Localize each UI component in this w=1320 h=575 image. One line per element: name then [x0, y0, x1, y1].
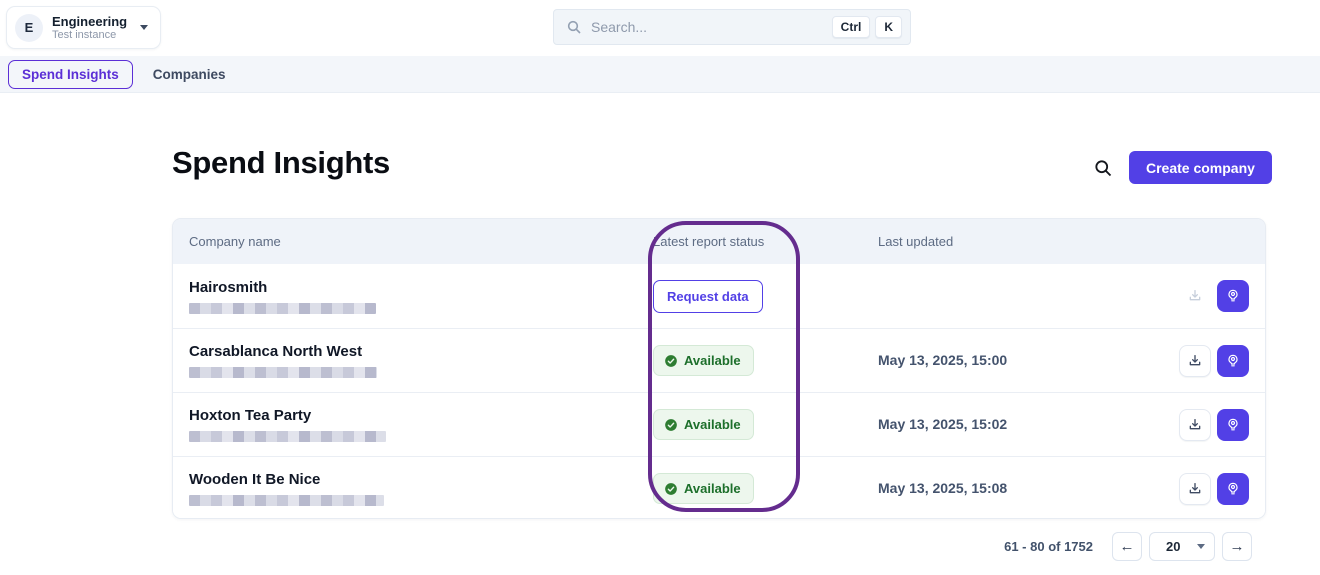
company-name: Hairosmith — [189, 278, 268, 296]
global-search[interactable]: Ctrl K — [553, 9, 911, 45]
download-button — [1179, 280, 1211, 312]
download-icon — [1189, 482, 1201, 493]
page-size-select[interactable]: 20 — [1149, 532, 1215, 561]
table-row: Carsablanca North West Available May 13,… — [173, 328, 1265, 392]
company-name: Carsablanca North West — [189, 343, 363, 360]
next-page-button[interactable]: → — [1222, 532, 1252, 561]
pagination: 61 - 80 of 1752 ← 20 → — [1004, 532, 1252, 561]
workspace-switcher[interactable]: E Engineering Test instance — [6, 6, 162, 49]
pagination-range: 61 - 80 of 1752 — [1004, 539, 1093, 554]
column-header-report-status: Latest report status — [653, 234, 765, 249]
top-bar: E Engineering Test instance Ctrl K — [0, 0, 1320, 56]
status-badge: Available — [653, 473, 754, 504]
column-header-company-name: Company name — [189, 234, 281, 249]
request-data-button[interactable]: Request data — [653, 279, 763, 313]
tab-spend-insights[interactable]: Spend Insights — [8, 59, 133, 89]
page-title: Spend Insights — [172, 145, 390, 180]
workspace-name: Engineering — [52, 13, 128, 29]
redacted-subtitle — [189, 495, 384, 506]
check-circle-icon — [665, 354, 677, 367]
check-circle-icon — [665, 482, 677, 495]
redacted-subtitle — [189, 367, 377, 378]
nav-bar: Spend Insights Companies — [0, 56, 1320, 93]
download-button[interactable] — [1179, 344, 1211, 377]
table-header-row: Company name Latest report status Last u… — [173, 219, 1265, 264]
company-name: Wooden It Be Nice — [189, 471, 321, 488]
chevron-down-icon — [140, 25, 149, 30]
check-circle-icon — [665, 418, 677, 431]
table-row: Hairosmith Request data — [173, 264, 1265, 328]
status-badge: Available — [653, 409, 754, 440]
chevron-down-icon — [1197, 544, 1205, 549]
download-icon — [1189, 290, 1201, 301]
workspace-avatar: E — [15, 13, 43, 42]
tab-companies[interactable]: Companies — [139, 61, 240, 88]
search-input[interactable] — [591, 19, 827, 35]
lightbulb-icon — [1228, 289, 1238, 302]
k-key-hint: K — [875, 16, 902, 38]
insights-button[interactable] — [1217, 472, 1249, 505]
ctrl-key-hint: Ctrl — [831, 16, 871, 38]
companies-table: Company name Latest report status Last u… — [172, 218, 1266, 519]
last-updated: May 13, 2025, 15:02 — [878, 415, 1008, 432]
insights-button[interactable] — [1217, 408, 1249, 441]
download-button[interactable] — [1179, 408, 1211, 441]
company-name: Hoxton Tea Party — [189, 407, 312, 424]
workspace-subtitle: Test instance — [52, 28, 117, 41]
lightbulb-icon — [1228, 354, 1238, 366]
search-icon — [567, 20, 581, 34]
lightbulb-icon — [1228, 482, 1238, 494]
insights-button[interactable] — [1217, 344, 1249, 377]
download-button[interactable] — [1179, 472, 1211, 505]
lightbulb-icon — [1228, 418, 1238, 430]
page-size-value: 20 — [1166, 539, 1181, 554]
table-row: Hoxton Tea Party Available May 13, 2025,… — [173, 392, 1265, 456]
status-badge: Available — [653, 345, 754, 376]
redacted-subtitle — [189, 302, 376, 314]
last-updated: May 13, 2025, 15:08 — [878, 479, 1008, 496]
previous-page-button[interactable]: ← — [1112, 532, 1142, 561]
create-company-button[interactable]: Create company — [1129, 151, 1272, 184]
download-icon — [1189, 418, 1201, 429]
column-header-last-updated: Last updated — [878, 234, 954, 249]
insights-button[interactable] — [1217, 280, 1249, 312]
redacted-subtitle — [189, 431, 386, 442]
table-row: Wooden It Be Nice Available May 13, 2025… — [173, 456, 1265, 518]
last-updated: May 13, 2025, 15:00 — [878, 351, 1008, 368]
download-icon — [1189, 354, 1201, 365]
table-search-icon[interactable] — [1093, 158, 1113, 178]
